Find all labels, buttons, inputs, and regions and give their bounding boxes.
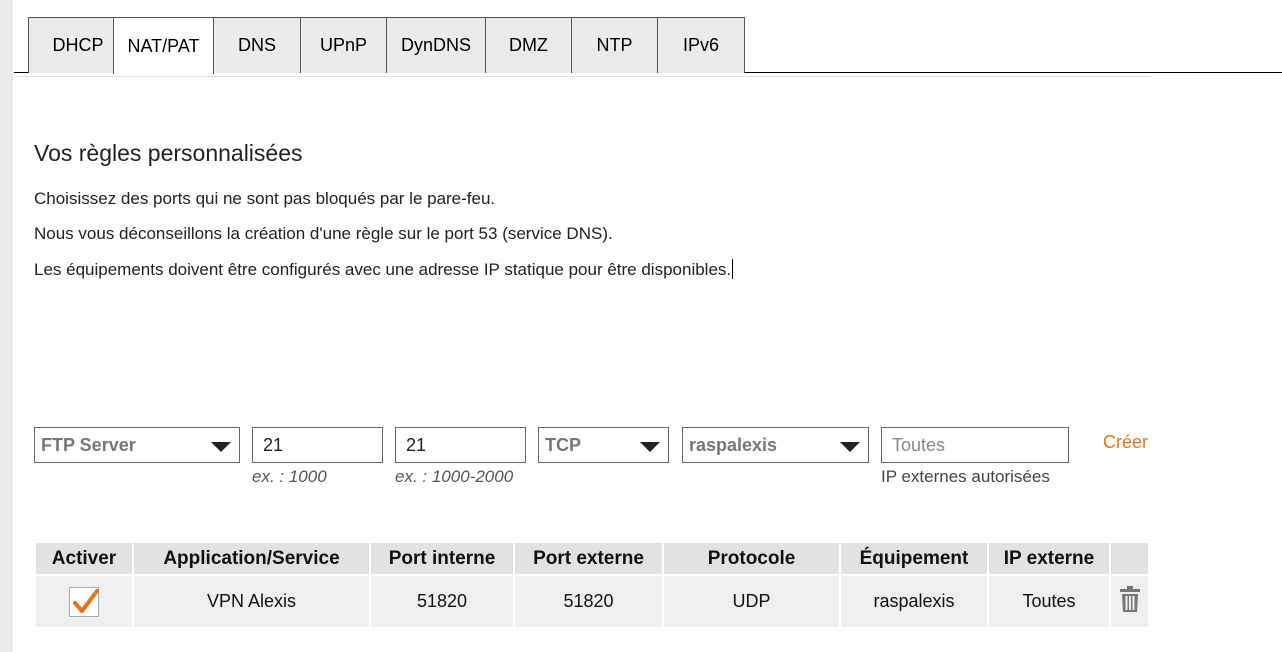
create-button[interactable]: Créer: [1103, 432, 1148, 453]
internal-port-input[interactable]: 21: [252, 427, 383, 463]
section-title: Vos règles personnalisées: [34, 140, 303, 166]
header-ip-externe: IP externe: [989, 543, 1109, 574]
divider: [17, 76, 1150, 77]
row-actions-cell: [1111, 576, 1148, 627]
info-line-1: Choisissez des ports qui ne sont pas blo…: [34, 189, 496, 208]
tab-bar: DHCP NAT/PAT DNS UPnP DynDNS DMZ NTP IPv…: [14, 0, 1282, 74]
check-icon: [73, 588, 99, 613]
trash-icon[interactable]: [1119, 585, 1141, 618]
left-sidebar-strip: [0, 0, 13, 652]
tab-upnp[interactable]: UPnP: [300, 17, 387, 73]
device-select[interactable]: raspalexis: [682, 427, 869, 463]
tab-ipv6[interactable]: IPv6: [657, 17, 745, 73]
row-external-ip: Toutes: [989, 576, 1109, 627]
info-line-3-text: Les équipements doivent être configurés …: [34, 260, 732, 279]
row-active-cell: [36, 576, 132, 627]
info-line-2: Nous vous déconseillons la création d'un…: [34, 224, 613, 243]
external-ip-input[interactable]: Toutes: [881, 427, 1069, 463]
row-internal-port: 51820: [371, 576, 513, 627]
chevron-down-icon: [211, 442, 231, 452]
header-equipement: Équipement: [841, 543, 987, 574]
chevron-down-icon: [640, 442, 660, 452]
protocol-select-value: TCP: [545, 434, 581, 455]
tab-dyndns[interactable]: DynDNS: [386, 17, 486, 73]
external-port-hint: ex. : 1000-2000: [395, 467, 514, 486]
text-caret: [732, 259, 734, 279]
external-port-input[interactable]: 21: [395, 427, 526, 463]
info-line-3: Les équipements doivent être configurés …: [34, 259, 734, 280]
tab-nat-pat[interactable]: NAT/PAT: [113, 17, 214, 74]
application-select[interactable]: FTP Server: [34, 427, 240, 463]
internal-port-hint: ex. : 1000: [252, 467, 327, 486]
row-application: VPN Alexis: [134, 576, 369, 627]
header-application: Application/Service: [134, 543, 369, 574]
external-ip-hint: IP externes autorisées: [881, 467, 1050, 486]
row-external-port: 51820: [515, 576, 662, 627]
tab-dmz[interactable]: DMZ: [485, 17, 572, 73]
active-checkbox[interactable]: [69, 586, 99, 617]
protocol-select[interactable]: TCP: [538, 427, 669, 463]
header-port-externe: Port externe: [515, 543, 662, 574]
tab-dns[interactable]: DNS: [213, 17, 301, 73]
chevron-down-icon: [840, 442, 860, 452]
header-actions: [1111, 543, 1148, 574]
header-activer: Activer: [36, 543, 132, 574]
row-protocol: UDP: [664, 576, 839, 627]
device-select-value: raspalexis: [689, 434, 778, 455]
row-device: raspalexis: [841, 576, 987, 627]
header-port-interne: Port interne: [371, 543, 513, 574]
application-select-value: FTP Server: [41, 434, 136, 455]
tab-ntp[interactable]: NTP: [571, 17, 658, 73]
header-protocole: Protocole: [664, 543, 839, 574]
